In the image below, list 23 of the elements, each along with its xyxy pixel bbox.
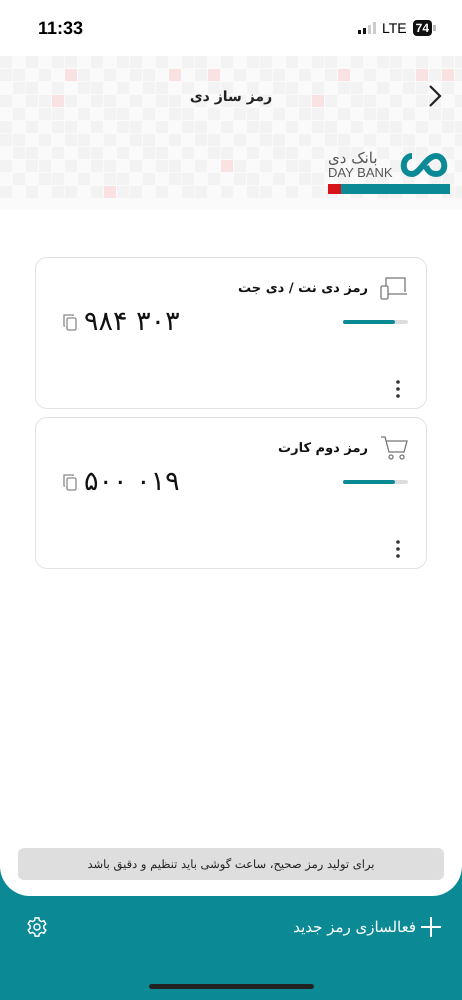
logo-text: DAY BANK [328,166,393,180]
settings-icon[interactable] [26,916,48,938]
battery-indicator: 74 [412,20,436,36]
bank-logo-icon [398,152,450,178]
status-time: 11:33 [38,18,84,38]
more-icon[interactable] [396,380,400,398]
laptop-phone-icon [380,276,408,300]
otp-code: ۹۸۴ ۳۰۳ [84,306,180,337]
copy-icon[interactable] [62,312,78,330]
card-title: رمز دی نت / دی جت [238,280,368,296]
plus-icon [420,916,442,938]
notice-banner: برای تولید رمز صحیح، ساعت گوشی باید تنظیم و دقیق باشد [18,848,444,880]
copy-icon[interactable] [62,472,78,490]
activate-new-code-button[interactable]: فعالسازی رمز جدید [293,916,442,938]
cart-icon [380,435,408,461]
logo-text: بانک دی [328,150,378,166]
chevron-right-icon[interactable] [428,84,442,108]
page-title: رمز ساز دی [190,89,272,105]
more-icon[interactable] [396,540,400,558]
network-label: LTE [382,20,407,36]
signal-icon [358,22,376,34]
card-title: رمز دوم کارت [278,440,368,456]
otp-code: ۵۰۰ ۰۱۹ [84,466,180,497]
